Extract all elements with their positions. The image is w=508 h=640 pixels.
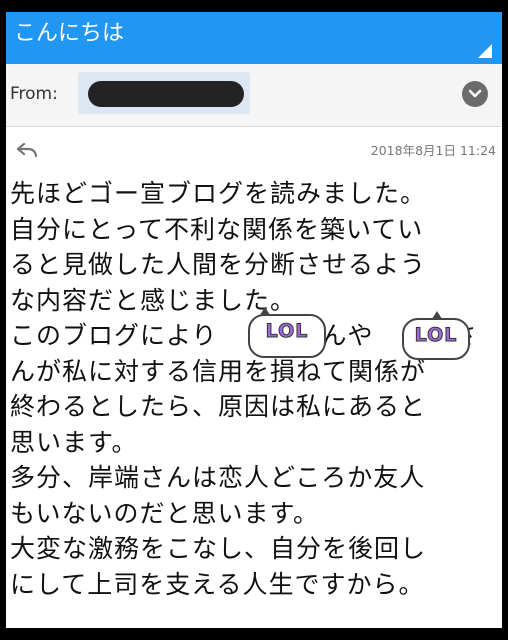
- body-line: 自分にとって不利な関係を築いてい: [10, 214, 424, 244]
- body-line: 先ほどゴー宣ブログを読みました。: [10, 179, 427, 208]
- sender-chip[interactable]: [78, 72, 250, 114]
- message-body: 先ほどゴー宣ブログを読みました。 自分にとって不利な関係を築いてい ると見做した…: [10, 176, 502, 602]
- email-subject: こんにちは: [14, 21, 125, 46]
- lol-sticker: LOL: [402, 311, 470, 360]
- email-window: こんにちは From: 2018年8月1日 11:24 先ほどゴー宣ブログを読み…: [6, 12, 502, 628]
- title-bar: こんにちは: [6, 12, 502, 64]
- chevron-down-icon: [468, 89, 482, 98]
- body-line: 多分、岸端さんは恋人どころか友人: [10, 463, 426, 492]
- body-line: ると見做した人間を分断させるよう: [10, 250, 427, 279]
- body-line: 大変な激務をこなし、自分を後回し: [10, 534, 427, 563]
- body-line: な内容だと感じました。: [10, 285, 297, 315]
- signal-corner-icon: [478, 44, 492, 58]
- expand-button[interactable]: [462, 81, 488, 107]
- message-date: 2018年8月1日 11:24: [370, 143, 496, 158]
- message-meta: 2018年8月1日 11:24: [6, 126, 502, 176]
- lol-sticker: LOL: [248, 307, 326, 358]
- body-line: にして上司を支える人生ですから。: [10, 569, 425, 599]
- body-line: 思います。: [10, 427, 138, 457]
- body-line: もいないのだと思います。: [10, 498, 320, 528]
- redacted-sender: [88, 81, 244, 107]
- reply-arrow-icon[interactable]: [16, 142, 38, 158]
- from-label: From:: [10, 84, 58, 104]
- body-line: 終わるとしたら、原因は私にあると: [10, 392, 427, 421]
- sticker-text: LOL: [265, 320, 309, 343]
- from-row: From:: [6, 64, 502, 127]
- sticker-text: LOL: [414, 324, 458, 347]
